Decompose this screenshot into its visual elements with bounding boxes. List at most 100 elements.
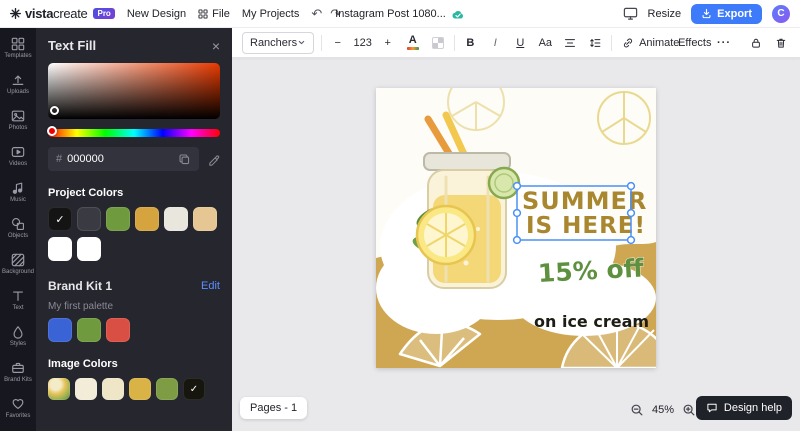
rail-item-styles[interactable]: Styles xyxy=(0,318,36,354)
close-icon[interactable]: × xyxy=(212,39,220,53)
font-size-increase-button[interactable]: + xyxy=(379,32,397,54)
delete-button[interactable] xyxy=(772,32,790,54)
eyedropper-icon[interactable] xyxy=(207,153,220,166)
font-name: Ranchers xyxy=(250,37,297,49)
font-family-select[interactable]: Ranchers xyxy=(242,32,314,54)
copy-icon[interactable] xyxy=(178,153,191,166)
color-swatch[interactable] xyxy=(129,378,151,400)
saturation-value-picker[interactable] xyxy=(48,63,220,119)
rail-label: Styles xyxy=(10,341,26,347)
color-swatch[interactable] xyxy=(135,207,159,231)
animate-button[interactable]: Animate xyxy=(644,32,675,54)
subtext-text[interactable]: on ice cream xyxy=(534,312,649,331)
color-swatch[interactable] xyxy=(106,207,130,231)
user-avatar[interactable]: C xyxy=(772,5,790,23)
color-swatch[interactable] xyxy=(102,378,124,400)
font-size-decrease-button[interactable]: − xyxy=(329,32,347,54)
undo-icon[interactable]: ↶ xyxy=(311,6,322,22)
discount-text[interactable]: 15% off xyxy=(537,253,645,288)
align-center-icon xyxy=(564,36,576,50)
logo-asterisk-icon xyxy=(10,8,21,19)
align-button[interactable] xyxy=(561,32,579,54)
menu-new-design[interactable]: New Design xyxy=(127,8,186,20)
color-swatch[interactable] xyxy=(77,207,101,231)
transparency-button[interactable] xyxy=(429,32,447,54)
design-artboard[interactable]: SUMMER IS HERE! xyxy=(376,88,656,368)
resize-button[interactable]: Resize xyxy=(648,8,682,20)
text-toolbar: Ranchers − 123 + A B I U Aa xyxy=(232,28,800,58)
text-case-button[interactable]: Aa xyxy=(536,32,554,54)
rail-label: Uploads xyxy=(7,89,29,95)
uploads-icon xyxy=(11,73,25,87)
rail-item-objects[interactable]: Objects xyxy=(0,210,36,246)
export-button[interactable]: Export xyxy=(691,4,762,24)
menu-file[interactable]: File xyxy=(198,8,230,20)
logo-text-bold: vista xyxy=(25,6,53,21)
color-swatch[interactable] xyxy=(48,318,72,342)
effects-button[interactable]: Effects xyxy=(682,32,708,54)
underline-button[interactable]: U xyxy=(511,32,529,54)
zoom-level[interactable]: 45% xyxy=(652,404,674,416)
color-swatch[interactable] xyxy=(193,207,217,231)
color-swatch[interactable] xyxy=(77,237,101,261)
text-color-button[interactable]: A xyxy=(404,32,422,54)
rail-item-music[interactable]: Music xyxy=(0,174,36,210)
vistacreate-logo[interactable]: vistacreate Pro xyxy=(10,6,115,21)
menu-my-projects[interactable]: My Projects xyxy=(242,8,299,20)
color-swatch[interactable] xyxy=(75,378,97,400)
color-swatch[interactable] xyxy=(106,318,130,342)
hue-slider[interactable] xyxy=(48,129,220,137)
rail-item-videos[interactable]: Videos xyxy=(0,138,36,174)
selection-handle[interactable] xyxy=(628,210,635,217)
hex-value[interactable]: 000000 xyxy=(67,153,173,165)
canvas-area[interactable]: SUMMER IS HERE! xyxy=(232,58,800,431)
selection-handle[interactable] xyxy=(628,183,635,190)
color-swatch[interactable] xyxy=(77,318,101,342)
logo-text-light: create xyxy=(53,6,87,21)
rail-label: Text xyxy=(12,305,23,311)
color-swatch[interactable] xyxy=(48,237,72,261)
brand-kit-edit-link[interactable]: Edit xyxy=(201,280,220,292)
rail-item-uploads[interactable]: Uploads xyxy=(0,66,36,102)
pages-button[interactable]: Pages - 1 xyxy=(240,397,307,419)
brand-kit-title: Brand Kit 1 xyxy=(48,279,112,293)
templates-icon xyxy=(11,37,25,51)
document-title[interactable]: Instagram Post 1080... xyxy=(335,8,446,20)
selection-handle[interactable] xyxy=(628,237,635,244)
selection-handle[interactable] xyxy=(514,183,521,190)
font-size-value[interactable]: 123 xyxy=(354,32,372,54)
present-monitor-icon[interactable] xyxy=(623,6,638,21)
color-swatch[interactable]: ✓ xyxy=(48,207,72,231)
line-spacing-button[interactable] xyxy=(586,32,604,54)
text-color-icon: A xyxy=(407,35,419,50)
bold-button[interactable]: B xyxy=(461,32,479,54)
rail-item-templates[interactable]: Templates xyxy=(0,30,36,66)
brand-palette-row xyxy=(48,318,220,342)
headline-line2-text[interactable]: IS HERE! xyxy=(526,213,646,239)
zoom-out-icon[interactable] xyxy=(630,403,644,417)
design-help-button[interactable]: Design help xyxy=(696,396,792,420)
more-options-button[interactable]: ··· xyxy=(715,32,733,54)
zoom-in-icon[interactable] xyxy=(682,403,696,417)
selection-handle[interactable] xyxy=(514,210,521,217)
selection-handle[interactable] xyxy=(514,237,521,244)
lock-button[interactable] xyxy=(747,32,765,54)
hue-cursor[interactable] xyxy=(47,126,57,136)
rail-label: Brand Kits xyxy=(4,377,32,383)
link-button[interactable] xyxy=(619,32,637,54)
rail-item-favorites[interactable]: Favorites xyxy=(0,390,36,426)
sv-cursor[interactable] xyxy=(50,106,59,115)
rail-item-text[interactable]: Text xyxy=(0,282,36,318)
color-swatch[interactable] xyxy=(156,378,178,400)
design-help-label: Design help xyxy=(724,402,782,414)
rail-item-brand-kits[interactable]: Brand Kits xyxy=(0,354,36,390)
line-spacing-icon xyxy=(589,36,601,50)
rail-item-photos[interactable]: Photos xyxy=(0,102,36,138)
rail-item-background[interactable]: Background xyxy=(0,246,36,282)
hex-color-input[interactable]: # 000000 xyxy=(48,147,199,171)
italic-button[interactable]: I xyxy=(486,32,504,54)
image-thumbnail-swatch[interactable] xyxy=(48,378,70,400)
color-swatch[interactable] xyxy=(164,207,188,231)
color-swatch[interactable]: ✓ xyxy=(183,378,205,400)
divider xyxy=(454,35,455,51)
